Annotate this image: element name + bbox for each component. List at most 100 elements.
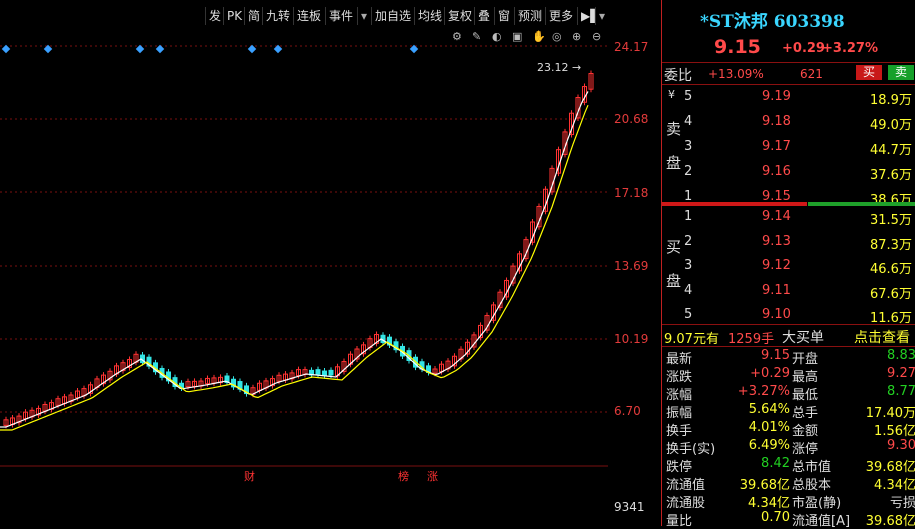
high-price-arrow-icon: → bbox=[572, 61, 581, 74]
candle-body bbox=[315, 369, 321, 375]
toolbar-shijian-button[interactable]: 事件 bbox=[325, 7, 356, 25]
stat-label: 最低 bbox=[792, 388, 819, 403]
order-volume: 31.5万 bbox=[870, 213, 912, 228]
weicha-value: 621 bbox=[800, 67, 823, 81]
order-volume: 87.3万 bbox=[870, 237, 912, 253]
toolbar-ma-button[interactable]: 均线 bbox=[414, 7, 445, 25]
price-axis: 24.17 20.68 17.18 13.69 10.19 6.70 9341 bbox=[608, 26, 662, 526]
stat-label: 市盈(静) bbox=[792, 496, 842, 511]
toolbar-dropdown-icon[interactable]: ▾ bbox=[357, 7, 370, 25]
big-order-qty: 1259手 bbox=[728, 332, 775, 347]
toolbar-predict-button[interactable]: 预测 bbox=[514, 7, 545, 25]
sell-strength-bar bbox=[808, 202, 915, 206]
sell-button[interactable]: 卖 bbox=[888, 65, 914, 80]
buy-order-row[interactable]: 2 9.13 87.3万 bbox=[662, 234, 915, 259]
event-diamond-icon bbox=[155, 44, 165, 54]
stat-label: 金额 bbox=[792, 424, 819, 439]
event-diamond-icon bbox=[135, 44, 145, 54]
toolbar-more-dropdown-icon[interactable]: ▾ bbox=[595, 7, 608, 25]
order-level: 3 bbox=[684, 258, 693, 273]
stat-value: 39.68亿 bbox=[739, 478, 790, 493]
stat-label: 涨幅 bbox=[666, 388, 693, 403]
toolbar-lianban-button[interactable]: 连板 bbox=[293, 7, 324, 25]
y-tick: 24.17 bbox=[614, 40, 649, 54]
order-volume: 67.6万 bbox=[870, 286, 912, 302]
stat-value: +0.29 bbox=[750, 366, 790, 381]
candle-body bbox=[328, 369, 334, 376]
event-diamond-icon bbox=[247, 44, 257, 54]
chart-toolbar: 发 PK 简 九转 连板 事件 ▾ 加自选 均线 复权 叠 窗 预测 更多 ▶▌… bbox=[0, 0, 610, 26]
event-label-bang[interactable]: 榜 bbox=[398, 469, 409, 483]
buy-order-row[interactable]: 3 9.12 46.6万 bbox=[662, 258, 915, 283]
stat-value: 1.56亿 bbox=[874, 424, 915, 439]
sell-order-row[interactable]: 4 9.18 49.0万 bbox=[662, 114, 915, 139]
order-price: 9.18 bbox=[762, 114, 791, 129]
kline-chart[interactable]: 23.12 → 财 榜 涨 bbox=[0, 26, 608, 526]
y-tick: 6.70 bbox=[614, 404, 641, 418]
stat-value: 8.83 bbox=[887, 348, 915, 363]
stat-value: 9.27 bbox=[887, 366, 915, 381]
order-level: 3 bbox=[684, 139, 693, 154]
order-level: 4 bbox=[684, 282, 693, 298]
toolbar-adjust-button[interactable]: 复权 bbox=[444, 7, 475, 25]
sell-order-row[interactable]: 3 9.17 44.7万 bbox=[662, 139, 915, 164]
buy-strength-bar bbox=[662, 202, 807, 206]
toolbar-pk-button[interactable]: PK bbox=[223, 7, 245, 25]
current-price: 9.15 bbox=[714, 36, 761, 58]
volume-tick: 9341 bbox=[614, 500, 645, 514]
toolbar-fa-button[interactable]: 发 bbox=[205, 7, 224, 25]
toolbar-overlay-button[interactable]: 叠 bbox=[474, 7, 493, 25]
order-level: 5 bbox=[684, 89, 693, 104]
sell-order-row[interactable]: 2 9.16 37.6万 bbox=[662, 164, 915, 189]
buy-button[interactable]: 买 bbox=[856, 65, 882, 80]
stat-value: 6.49% bbox=[748, 438, 790, 453]
candlesticks bbox=[3, 70, 594, 429]
stat-value: 8.42 bbox=[761, 456, 790, 471]
candle-body bbox=[322, 370, 327, 377]
stat-label: 跌停 bbox=[666, 460, 693, 475]
price-change-pct: +3.27% bbox=[822, 41, 878, 56]
buy-order-row[interactable]: 4 9.11 67.6万 bbox=[662, 283, 915, 308]
toolbar-jiuzhuan-button[interactable]: 九转 bbox=[262, 7, 293, 25]
stat-value: +3.27% bbox=[737, 384, 790, 399]
quote-panel: *ST沐邦 603398 9.15 +0.29 +3.27% 委比 +13.09… bbox=[662, 0, 915, 529]
ma-yellow-line bbox=[0, 104, 589, 431]
stat-value: 0.70 bbox=[761, 510, 790, 525]
order-price: 9.16 bbox=[762, 164, 791, 179]
order-price: 9.14 bbox=[762, 209, 791, 224]
stat-label: 总手 bbox=[792, 406, 819, 421]
stat-label: 振幅 bbox=[666, 406, 693, 421]
order-price: 9.19 bbox=[762, 89, 791, 104]
stat-label: 涨停 bbox=[792, 442, 819, 457]
toolbar-window-button[interactable]: 窗 bbox=[494, 7, 513, 25]
stat-label: 总股本 bbox=[792, 478, 832, 493]
sell-order-row[interactable]: 5 9.19 18.9万 bbox=[662, 89, 915, 114]
stat-value: 8.77 bbox=[887, 384, 915, 399]
stat-value: 39.68亿 bbox=[865, 514, 915, 529]
y-tick: 17.18 bbox=[614, 186, 649, 200]
big-order-view-link[interactable]: 点击查看 bbox=[854, 327, 910, 347]
y-tick: 13.69 bbox=[614, 259, 649, 273]
order-volume: 18.9万 bbox=[870, 93, 912, 108]
stat-value: 9.30 bbox=[887, 438, 915, 453]
toolbar-add-watchlist-button[interactable]: 加自选 bbox=[371, 7, 414, 25]
order-level: 2 bbox=[684, 233, 693, 249]
toolbar-jian-button[interactable]: 简 bbox=[244, 7, 263, 25]
stat-label: 总市值 bbox=[792, 460, 832, 475]
stat-label: 流通股 bbox=[666, 496, 706, 511]
stat-value: 4.34亿 bbox=[748, 496, 790, 511]
order-level: 4 bbox=[684, 114, 693, 129]
buy-order-row[interactable]: 1 9.14 31.5万 bbox=[662, 209, 915, 234]
stat-label: 换手 bbox=[666, 424, 693, 439]
stat-value: 39.68亿 bbox=[865, 460, 915, 475]
price-change: +0.29 bbox=[782, 41, 825, 56]
stat-value: 4.34亿 bbox=[874, 478, 915, 493]
event-diamond-icon bbox=[1, 44, 11, 54]
stat-label: 换手(实) bbox=[666, 442, 716, 457]
event-label-cai[interactable]: 财 bbox=[244, 469, 255, 483]
toolbar-more-button[interactable]: 更多 bbox=[545, 7, 576, 25]
event-label-zhang[interactable]: 涨 bbox=[427, 470, 438, 483]
stat-label: 开盘 bbox=[792, 352, 819, 367]
order-level: 1 bbox=[684, 209, 693, 224]
order-price: 9.10 bbox=[762, 307, 791, 322]
